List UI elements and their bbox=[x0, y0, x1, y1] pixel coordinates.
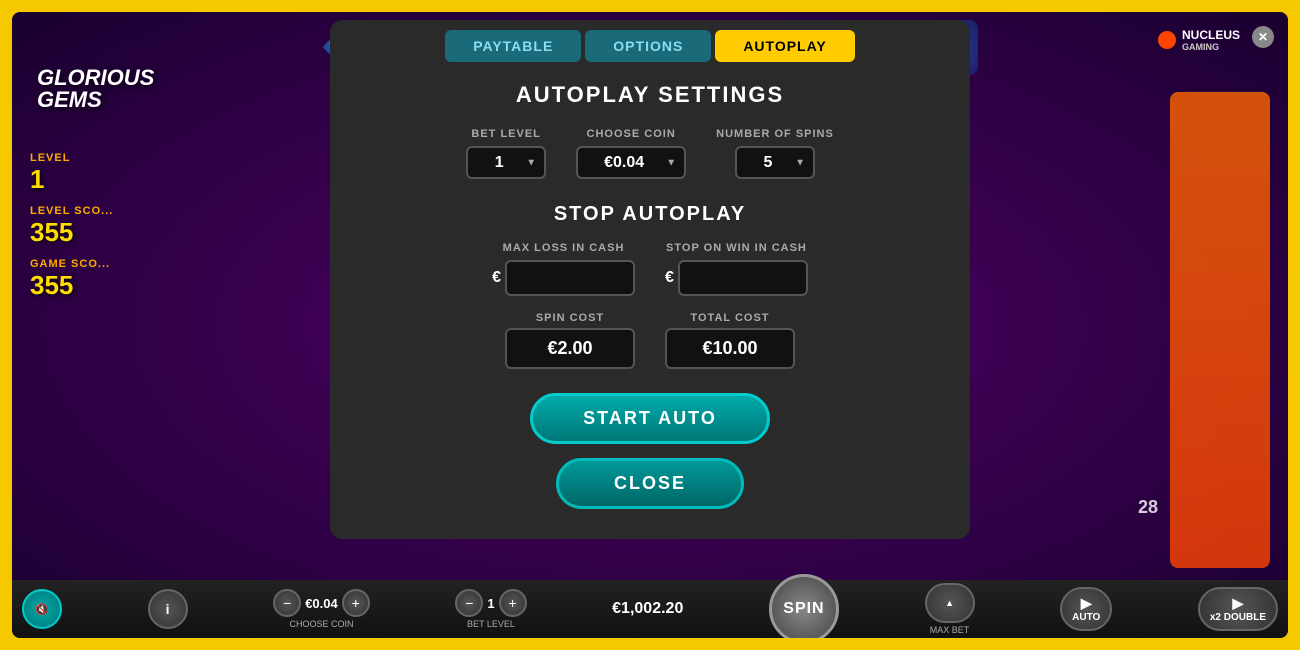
choose-coin-bottom-label: CHOOSE COIN bbox=[289, 619, 353, 629]
spin-cost-group: SPIN COST €2.00 bbox=[505, 312, 635, 369]
max-loss-euro: € bbox=[492, 269, 501, 287]
autoplay-settings-title: AUTOPLAY SETTINGS bbox=[360, 82, 940, 108]
nucleus-logo: NUCLEUS GAMING bbox=[1158, 28, 1240, 52]
choose-coin-select[interactable]: €0.04 bbox=[576, 146, 686, 179]
stop-autoplay-title: STOP AUTOPLAY bbox=[360, 203, 940, 226]
bet-level-select[interactable]: 1 bbox=[466, 146, 546, 179]
bet-level-bottom-label: BET LEVEL bbox=[467, 619, 515, 629]
sound-group: 🔇 bbox=[22, 589, 62, 629]
auto-button[interactable]: ▶ AUTO bbox=[1060, 587, 1112, 631]
window-close-button[interactable]: ✕ bbox=[1252, 26, 1274, 48]
total-cost-group: TOTAL COST €10.00 bbox=[665, 312, 795, 369]
max-loss-group: MAX LOSS IN CASH € bbox=[492, 242, 635, 296]
bet-level-group: BET LEVEL 1 bbox=[466, 128, 546, 179]
bet-level-bottom-group: − 1 + BET LEVEL bbox=[455, 589, 526, 629]
spin-button[interactable]: SPIN bbox=[769, 574, 839, 638]
cost-row: SPIN COST €2.00 TOTAL COST €10.00 bbox=[360, 312, 940, 369]
info-group: i bbox=[148, 589, 188, 629]
coin-decrease-button[interactable]: − bbox=[273, 589, 301, 617]
coin-value: €0.04 bbox=[305, 596, 338, 611]
start-auto-button[interactable]: START AUTO bbox=[530, 393, 770, 444]
nucleus-icon bbox=[1158, 31, 1176, 49]
bet-level-bottom-value: 1 bbox=[487, 596, 494, 611]
sound-button[interactable]: 🔇 bbox=[22, 589, 62, 629]
bet-increase-button[interactable]: + bbox=[499, 589, 527, 617]
choose-coin-bottom-group: − €0.04 + CHOOSE COIN bbox=[273, 589, 370, 629]
game-background: GLORIOUS GEMS LEVEL 1 LEVEL SCO... 355 G… bbox=[12, 12, 1288, 638]
max-bet-button[interactable]: ▲ bbox=[925, 583, 975, 623]
max-loss-label: MAX LOSS IN CASH bbox=[503, 242, 625, 254]
stop-conditions-row: MAX LOSS IN CASH € STOP ON WIN IN CASH € bbox=[360, 242, 940, 296]
coin-increase-button[interactable]: + bbox=[342, 589, 370, 617]
tab-options[interactable]: OPTIONS bbox=[585, 30, 711, 62]
spin-cost-label: SPIN COST bbox=[536, 312, 604, 324]
max-bet-label: MAX BET bbox=[930, 625, 970, 635]
num-spins-label: NUMBER OF SPINS bbox=[716, 128, 834, 140]
spin-group: SPIN bbox=[769, 574, 839, 638]
stop-win-group: STOP ON WIN IN CASH € bbox=[665, 242, 808, 296]
double-button[interactable]: ▶ x2 DOUBLE bbox=[1198, 587, 1278, 631]
balance-group: €1,002.20 bbox=[612, 600, 683, 618]
max-loss-input[interactable] bbox=[505, 260, 635, 296]
choose-coin-label: CHOOSE COIN bbox=[587, 128, 676, 140]
bet-level-label: BET LEVEL bbox=[471, 128, 541, 140]
settings-row: BET LEVEL 1 CHOOSE COIN €0.04 bbox=[360, 128, 940, 179]
num-spins-select[interactable]: 5 bbox=[735, 146, 815, 179]
tab-paytable[interactable]: PAYTABLE bbox=[445, 30, 581, 62]
autoplay-modal: PAYTABLE OPTIONS AUTOPLAY AUTOPLAY SETTI… bbox=[330, 20, 970, 539]
bet-decrease-button[interactable]: − bbox=[455, 589, 483, 617]
stop-win-label: STOP ON WIN IN CASH bbox=[666, 242, 807, 254]
num-spins-group: NUMBER OF SPINS 5 bbox=[716, 128, 834, 179]
bottom-bar: 🔇 i − €0.04 + CHOOSE COIN − 1 + BET LEVE… bbox=[12, 580, 1288, 638]
modal-tabs: PAYTABLE OPTIONS AUTOPLAY bbox=[360, 30, 940, 62]
modal-overlay: PAYTABLE OPTIONS AUTOPLAY AUTOPLAY SETTI… bbox=[12, 12, 1288, 580]
total-cost-label: TOTAL COST bbox=[690, 312, 769, 324]
balance-value: €1,002.20 bbox=[612, 600, 683, 618]
tab-autoplay[interactable]: AUTOPLAY bbox=[715, 30, 854, 62]
spin-cost-value: €2.00 bbox=[505, 328, 635, 369]
stop-win-input[interactable] bbox=[678, 260, 808, 296]
stop-win-euro: € bbox=[665, 269, 674, 287]
max-bet-group: ▲ MAX BET bbox=[925, 583, 975, 635]
total-cost-value: €10.00 bbox=[665, 328, 795, 369]
close-modal-button[interactable]: CLOSE bbox=[556, 458, 744, 509]
info-button[interactable]: i bbox=[148, 589, 188, 629]
choose-coin-group: CHOOSE COIN €0.04 bbox=[576, 128, 686, 179]
